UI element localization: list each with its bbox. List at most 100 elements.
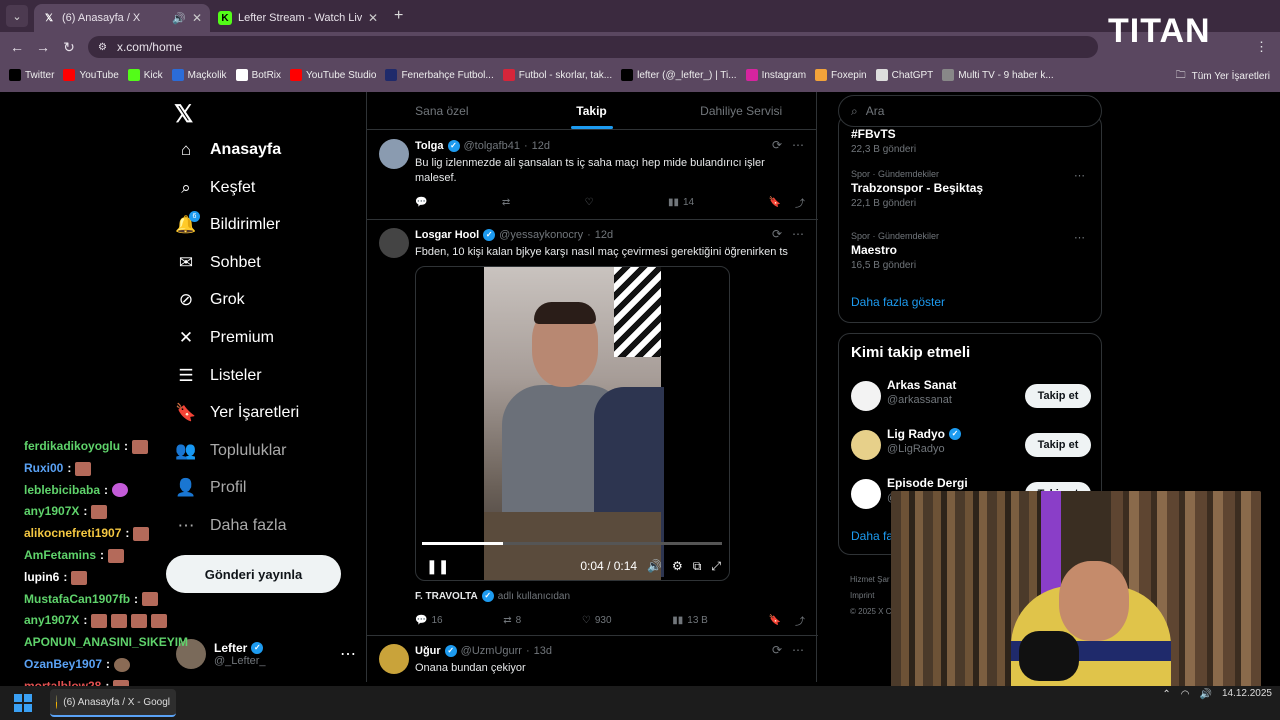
bookmark-item[interactable]: BotRix bbox=[235, 69, 281, 81]
tab-dahiliye-servisi[interactable]: Dahiliye Servisi bbox=[666, 92, 816, 129]
bookmark-icon[interactable]: 🔖 bbox=[769, 197, 781, 208]
pip-icon[interactable]: ⧉ bbox=[693, 559, 702, 574]
windows-start-icon[interactable] bbox=[14, 694, 32, 712]
bookmark-item[interactable]: Maçkolik bbox=[171, 69, 227, 81]
x-logo-icon[interactable]: 𝕏 bbox=[174, 100, 193, 129]
bookmark-item[interactable]: Twitter bbox=[9, 69, 54, 81]
reply-icon[interactable]: 💬 bbox=[415, 195, 427, 210]
bookmark-item[interactable]: YouTube bbox=[63, 69, 119, 81]
grok-icon[interactable]: ⟳ bbox=[772, 138, 782, 152]
speaker-icon[interactable]: 🔊 bbox=[172, 12, 186, 25]
more-icon[interactable]: ⋯ bbox=[792, 643, 804, 657]
bookmark-item[interactable]: ChatGPT bbox=[875, 69, 933, 81]
tweet-handle[interactable]: @yessaykonocry bbox=[499, 229, 583, 241]
chat-username[interactable]: leblebicibaba bbox=[24, 480, 100, 502]
sidebar-item-search[interactable]: ⌕ Keşfet bbox=[176, 178, 255, 198]
more-icon[interactable]: ⋯ bbox=[792, 227, 804, 241]
close-tab-icon[interactable]: ✕ bbox=[192, 11, 202, 25]
search-input[interactable]: ⌕ Ara bbox=[838, 95, 1102, 127]
chat-username[interactable]: OzanBey1907 bbox=[24, 654, 102, 676]
views-button[interactable]: ▮▮ 13 B bbox=[672, 613, 708, 628]
avatar[interactable] bbox=[379, 139, 409, 169]
account-more-icon[interactable]: ⋯ bbox=[340, 644, 356, 664]
sidebar-item-mail[interactable]: ✉ Sohbet bbox=[176, 253, 261, 273]
fullscreen-icon[interactable]: ⤢ bbox=[711, 559, 721, 574]
grok-icon[interactable]: ⟳ bbox=[772, 643, 782, 657]
video-frame[interactable] bbox=[484, 267, 664, 580]
tweet-author-name[interactable]: Losgar Hool bbox=[415, 229, 479, 241]
volume-icon[interactable]: 🔊 bbox=[647, 559, 662, 573]
chat-username[interactable]: MustafaCan1907fb bbox=[24, 589, 130, 611]
like-button[interactable]: ♡ 930 bbox=[582, 613, 612, 628]
tweet-time[interactable]: 13d bbox=[534, 645, 552, 657]
chat-username[interactable]: any1907X bbox=[24, 610, 79, 632]
repost-button[interactable]: ⇄ 8 bbox=[503, 613, 521, 628]
grok-icon[interactable]: ⟳ bbox=[772, 227, 782, 241]
tweet-time[interactable]: 12d bbox=[532, 140, 550, 152]
trend-item[interactable]: Spor · Gündemdekiler Maestro 16,5 B gönd… bbox=[851, 231, 1091, 271]
reload-button[interactable]: ↻ bbox=[56, 39, 82, 56]
avatar[interactable] bbox=[851, 479, 881, 509]
settings-icon[interactable]: ⚙ bbox=[672, 559, 683, 573]
volume-icon[interactable]: 🔊 bbox=[1199, 689, 1211, 700]
address-bar[interactable]: ⚙ x.com/home bbox=[88, 36, 1098, 58]
tweet[interactable]: Tolga ✓ @tolgafb41 · 12d ⟳ ⋯ Bu lig izlen… bbox=[367, 131, 818, 220]
avatar[interactable] bbox=[379, 228, 409, 258]
avatar[interactable] bbox=[851, 430, 881, 460]
follow-suggestion[interactable]: Lig Radyo ✓ @LigRadyo Takip et bbox=[851, 427, 1091, 463]
chat-username[interactable]: AmFetamins bbox=[24, 545, 96, 567]
tweet-author-name[interactable]: Uğur bbox=[415, 645, 441, 657]
chat-username[interactable]: alikocnefreti1907 bbox=[24, 523, 121, 545]
taskbar-chrome-app[interactable]: (6) Anasayfa / X - Googl bbox=[50, 689, 176, 717]
footer-link[interactable]: Imprint bbox=[850, 588, 891, 604]
video-credit-name[interactable]: F. TRAVOLTA bbox=[415, 591, 478, 602]
show-more-link[interactable]: Daha fazla göster bbox=[851, 295, 945, 309]
video-player[interactable]: ❚❚ 0:04 / 0:14 🔊 ⚙ ⧉ ⤢ bbox=[415, 266, 730, 581]
more-icon[interactable]: ⋯ bbox=[1074, 169, 1085, 182]
chat-username[interactable]: lupin6 bbox=[24, 567, 59, 589]
chat-username[interactable]: APONUN_ANASINI_SIKEYIM bbox=[24, 632, 188, 654]
avatar[interactable] bbox=[379, 644, 409, 674]
tweet[interactable]: Uğur ✓ @UzmUgurr · 13d ⟳ ⋯ Onana bundan ç… bbox=[367, 636, 818, 682]
video-progress-bar[interactable] bbox=[422, 542, 722, 545]
trend-item[interactable]: Spor · Gündemdekiler Trabzonspor - Beşik… bbox=[851, 169, 1091, 209]
sidebar-item-x-premium[interactable]: ✕ Premium bbox=[176, 328, 274, 348]
like-icon[interactable]: ♡ bbox=[585, 195, 594, 210]
sidebar-item-bell[interactable]: 🔔 6 Bildirimler bbox=[175, 211, 280, 235]
sidebar-item-home[interactable]: ⌂ Anasayfa bbox=[176, 140, 281, 160]
bookmark-item[interactable]: Instagram bbox=[745, 69, 806, 81]
follow-button[interactable]: Takip et bbox=[1025, 384, 1091, 408]
show-more-link[interactable]: Daha fa bbox=[851, 529, 893, 543]
tweet-handle[interactable]: @UzmUgurr bbox=[461, 645, 522, 657]
avatar[interactable] bbox=[851, 381, 881, 411]
chevron-up-icon[interactable]: ⌃ bbox=[1162, 689, 1170, 700]
bookmark-item[interactable]: Futbol - skorlar, tak... bbox=[502, 69, 612, 81]
sidebar-item-bookmark[interactable]: 🔖 Yer İşaretleri bbox=[175, 403, 299, 423]
pause-icon[interactable]: ❚❚ bbox=[426, 558, 449, 575]
footer-link[interactable]: Hizmet Şar bbox=[850, 572, 891, 588]
bookmark-icon[interactable]: 🔖 bbox=[769, 615, 781, 626]
site-info-icon[interactable]: ⚙ bbox=[98, 42, 107, 53]
follow-suggestion[interactable]: Arkas Sanat @arkassanat Takip et bbox=[851, 378, 1091, 414]
tab-search-button[interactable]: ⌄ bbox=[6, 5, 28, 27]
forward-button[interactable]: → bbox=[30, 39, 56, 55]
chat-username[interactable]: any1907X bbox=[24, 501, 79, 523]
back-button[interactable]: ← bbox=[4, 39, 30, 55]
new-tab-button[interactable]: + bbox=[394, 7, 403, 25]
chat-username[interactable]: ferdikadikoyoglu bbox=[24, 436, 120, 458]
tweet-time[interactable]: 12d bbox=[595, 229, 613, 241]
more-icon[interactable]: ⋯ bbox=[1074, 231, 1085, 244]
bookmark-item[interactable]: YouTube Studio bbox=[290, 69, 376, 81]
tweet[interactable]: Losgar Hool ✓ @yessaykonocry · 12d ⟳ ⋯ Fb… bbox=[367, 220, 818, 636]
browser-menu-button[interactable]: ⋮ bbox=[1255, 39, 1268, 55]
sidebar-item-list[interactable]: ☰ Listeler bbox=[176, 366, 261, 386]
views-button[interactable]: ▮▮ 14 bbox=[668, 195, 694, 210]
bookmark-item[interactable]: Multi TV - 9 haber k... bbox=[942, 69, 1054, 81]
bookmark-item[interactable]: Foxepin bbox=[815, 69, 867, 81]
share-icon[interactable]: ⤴ bbox=[795, 195, 805, 210]
browser-tab-kick[interactable]: K Lefter Stream - Watch Live on K ✕ bbox=[210, 4, 386, 32]
tab-following[interactable]: Takip bbox=[517, 92, 667, 129]
close-tab-icon[interactable]: ✕ bbox=[368, 11, 378, 25]
wifi-icon[interactable]: ◠ bbox=[1181, 689, 1190, 700]
chat-username[interactable]: Ruxi00 bbox=[24, 458, 63, 480]
